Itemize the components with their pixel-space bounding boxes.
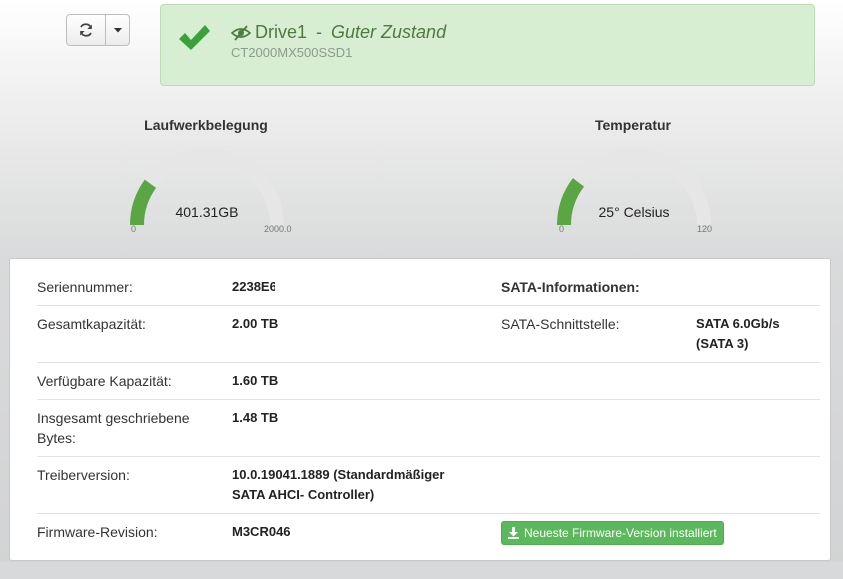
temperature-gauge-title: Temperatur — [595, 117, 671, 133]
drive-title: Drive1 - Guter Zustand — [231, 22, 446, 43]
available-label: Verfügbare Kapazität: — [37, 373, 172, 389]
firmware-label: Firmware-Revision: — [37, 524, 158, 540]
detail-row-capacity: Gesamtkapazität: 2.00 TB SATA-Schnittste… — [37, 306, 820, 363]
sata-interface-value-line1: SATA 6.0Gb/s — [696, 316, 780, 331]
drive-model: CT2000MX500SSD1 — [231, 45, 353, 60]
drive-name: Drive1 — [255, 22, 308, 42]
firmware-button-label: Neueste Firmware-Version installiert — [524, 526, 717, 540]
serial-value: 2238E6 — [232, 277, 339, 297]
eye-slash-icon[interactable] — [231, 24, 251, 41]
detail-row-firmware: Firmware-Revision: M3CR046 Neueste Firmw… — [37, 514, 820, 551]
capacity-value: 2.00 TB — [232, 316, 279, 331]
firmware-status-button[interactable]: Neueste Firmware-Version installiert — [501, 521, 724, 545]
driver-label: Treiberversion: — [37, 467, 130, 483]
usage-gauge-title: Laufwerkbelegung — [144, 117, 268, 133]
drive-status-panel: Drive1 - Guter Zustand CT2000MX500SSD1 — [160, 4, 815, 86]
sata-interface-value-line2: (SATA 3) — [696, 336, 749, 351]
temperature-gauge-max: 120 — [697, 224, 713, 234]
serial-label: Seriennummer: — [37, 279, 133, 295]
refresh-icon — [80, 23, 92, 37]
driver-value-line2: SATA AHCI- Controller) — [232, 487, 375, 502]
drive-details-panel: Seriennummer: 2238E6 SATA-Informationen:… — [9, 258, 831, 561]
detail-row-available: Verfügbare Kapazität: 1.60 TB — [37, 363, 820, 400]
checkmark-icon — [179, 25, 210, 50]
download-icon — [508, 527, 519, 539]
serial-redaction — [274, 279, 339, 296]
firmware-value: M3CR046 — [232, 524, 291, 539]
available-value: 1.60 TB — [232, 373, 279, 388]
title-separator: - — [311, 22, 328, 42]
temperature-gauge: 25° Celsius 0 120 — [549, 145, 719, 245]
refresh-button[interactable] — [66, 14, 106, 46]
written-label-line2: Bytes: — [37, 430, 76, 446]
usage-gauge-max: 2000.0 — [264, 224, 292, 234]
temperature-gauge-arc — [557, 148, 711, 226]
detail-row-written: Insgesamt geschriebene Bytes: 1.48 TB — [37, 400, 820, 457]
detail-row-serial: Seriennummer: 2238E6 SATA-Informationen: — [37, 269, 820, 306]
drive-health: Guter Zustand — [331, 22, 447, 42]
detail-row-driver: Treiberversion: 10.0.19041.1889 (Standar… — [37, 457, 820, 514]
capacity-label: Gesamtkapazität: — [37, 316, 146, 332]
toolbar — [66, 14, 130, 46]
temperature-gauge-min: 0 — [559, 224, 565, 234]
sata-info-label: SATA-Informationen: — [501, 279, 640, 295]
written-value: 1.48 TB — [232, 410, 279, 425]
driver-value-line1: 10.0.19041.1889 (Standardmäßiger — [232, 467, 445, 482]
caret-down-icon — [113, 27, 122, 32]
usage-gauge-min: 0 — [131, 224, 137, 234]
usage-gauge: 401.31GB 0 2000.0 — [122, 145, 292, 245]
written-label-line1: Insgesamt geschriebene — [37, 410, 190, 426]
usage-gauge-value: 401.31GB — [175, 204, 239, 220]
temperature-gauge-value: 25° Celsius — [598, 204, 670, 220]
sata-interface-label: SATA-Schnittstelle: — [501, 316, 620, 332]
bottom-bar — [0, 562, 843, 579]
dropdown-button[interactable] — [106, 14, 130, 46]
